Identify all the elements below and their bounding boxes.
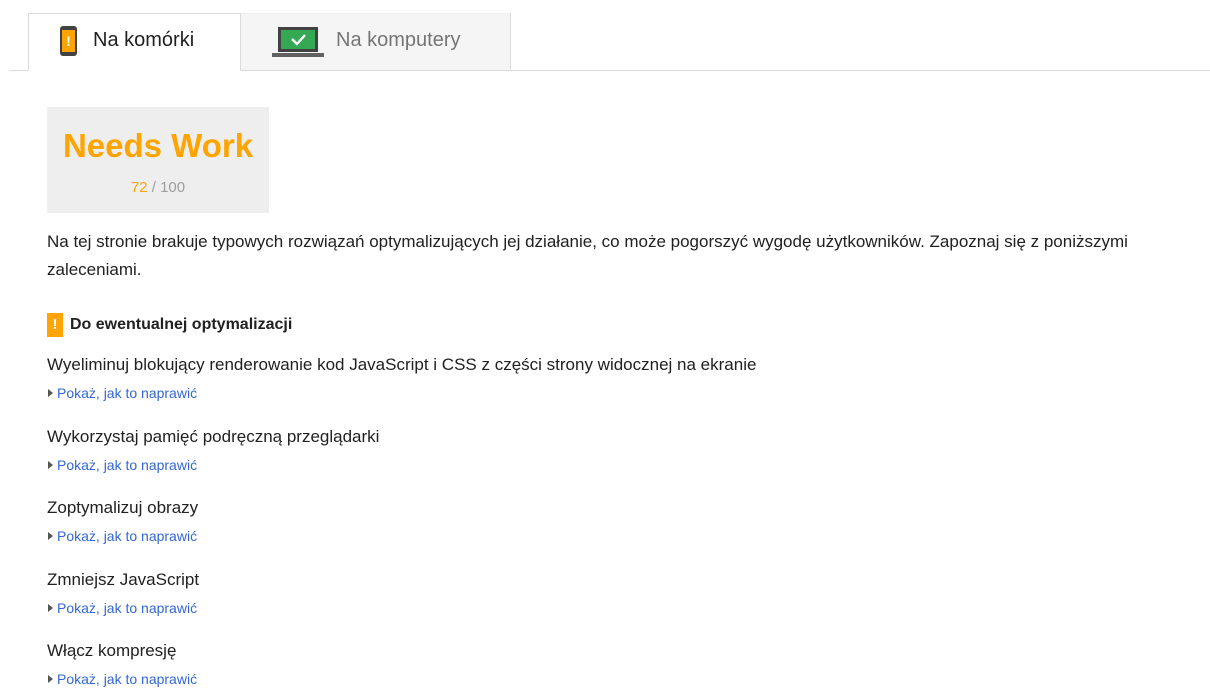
phone-warning-icon: ! — [60, 26, 77, 56]
rule-title: Zmniejsz JavaScript — [47, 570, 200, 589]
phone-screen-badge: ! — [62, 30, 75, 52]
section-title: Do ewentualnej optymalizacji — [70, 316, 293, 333]
caret-right-icon — [48, 461, 53, 469]
tab-desktop[interactable]: Na komputery — [240, 13, 511, 70]
show-how-to-fix-link[interactable]: Pokaż, jak to naprawić — [47, 527, 1197, 545]
rule-title: Wyeliminuj blokujący renderowanie kod Ja… — [47, 355, 757, 374]
tab-desktop-label: Na komputery — [336, 29, 461, 51]
rule-title: Zoptymalizuj obrazy — [47, 498, 199, 517]
laptop-check-icon — [272, 27, 324, 57]
show-how-to-fix-label: Pokaż, jak to naprawić — [57, 385, 198, 401]
score-line: 72 / 100 — [47, 179, 269, 196]
tab-mobile[interactable]: ! Na komórki — [28, 13, 241, 71]
score-panel: Needs Work 72 / 100 — [47, 107, 269, 213]
warning-icon: ! — [47, 313, 63, 337]
rule-title: Wykorzystaj pamięć podręczną przeglądark… — [47, 427, 380, 446]
rule-item: Zmniejsz JavaScript Pokaż, jak to napraw… — [47, 569, 1197, 617]
show-how-to-fix-link[interactable]: Pokaż, jak to naprawić — [47, 670, 1197, 688]
device-tabbar: ! Na komórki Na komputery — [9, 13, 1210, 71]
caret-right-icon — [48, 675, 53, 683]
tab-mobile-label: Na komórki — [93, 29, 195, 51]
rule-title: Włącz kompresję — [47, 641, 177, 660]
rule-item: Wykorzystaj pamięć podręczną przeglądark… — [47, 426, 1197, 474]
score-separator: / — [147, 179, 161, 196]
show-how-to-fix-label: Pokaż, jak to naprawić — [57, 671, 198, 687]
caret-right-icon — [48, 604, 53, 612]
show-how-to-fix-label: Pokaż, jak to naprawić — [57, 528, 198, 544]
rule-item: Włącz kompresję Pokaż, jak to naprawić — [47, 640, 1197, 688]
show-how-to-fix-label: Pokaż, jak to naprawić — [57, 457, 198, 473]
rule-item: Wyeliminuj blokujący renderowanie kod Ja… — [47, 354, 1197, 402]
score-rating-title: Needs Work — [62, 127, 254, 164]
rule-item: Zoptymalizuj obrazy Pokaż, jak to napraw… — [47, 497, 1197, 545]
score-value: 72 — [130, 179, 148, 196]
show-how-to-fix-link[interactable]: Pokaż, jak to naprawić — [47, 599, 1197, 617]
show-how-to-fix-link[interactable]: Pokaż, jak to naprawić — [47, 384, 1197, 402]
caret-right-icon — [48, 389, 53, 397]
section-header-consider-fixing: ! Do ewentualnej optymalizacji — [47, 313, 292, 337]
score-max: 100 — [160, 179, 186, 196]
show-how-to-fix-label: Pokaż, jak to naprawić — [57, 600, 198, 616]
summary-text: Na tej stronie brakuje typowych rozwiąza… — [47, 232, 1128, 279]
caret-right-icon — [48, 532, 53, 540]
show-how-to-fix-link[interactable]: Pokaż, jak to naprawić — [47, 456, 1197, 474]
